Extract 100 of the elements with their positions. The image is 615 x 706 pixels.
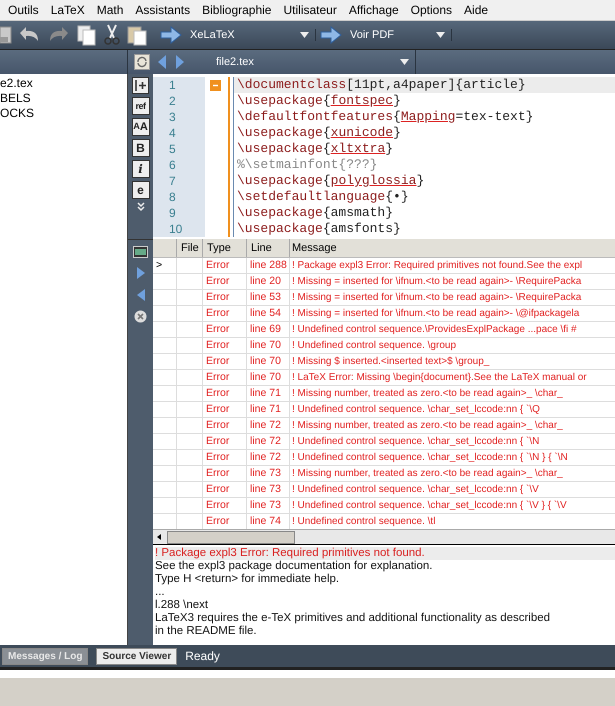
table-cell: line 70 bbox=[250, 371, 281, 383]
structure-item[interactable]: e2.tex bbox=[0, 76, 127, 91]
table-cell: Error bbox=[206, 291, 230, 303]
back-arrow-icon[interactable] bbox=[156, 54, 168, 70]
column-header[interactable]: File bbox=[177, 239, 203, 257]
clear-icon[interactable] bbox=[134, 310, 147, 323]
log-line: ... bbox=[155, 586, 166, 599]
line-number: 8 bbox=[153, 189, 205, 205]
menu-item[interactable]: Assistants bbox=[129, 3, 196, 17]
status-text: Ready bbox=[185, 649, 220, 663]
line-number: 6 bbox=[153, 157, 205, 173]
table-cell: line 73 bbox=[250, 499, 281, 511]
format-button[interactable]: B bbox=[132, 139, 150, 157]
table-cell: Error bbox=[206, 371, 230, 383]
line-number: 9 bbox=[153, 205, 205, 221]
table-cell: ! LaTeX Error: Missing \begin{document}.See the LaTeX manual or bbox=[292, 372, 587, 383]
menu-item[interactable]: Options bbox=[404, 3, 458, 17]
log-line: Type H <return> for immediate help. bbox=[155, 573, 340, 586]
horizontal-scrollbar[interactable] bbox=[153, 529, 615, 545]
menu-item[interactable]: Bibliographie bbox=[196, 3, 278, 17]
table-cell: Error bbox=[206, 387, 230, 399]
line-number: 10 bbox=[153, 221, 205, 237]
structure-item[interactable]: OCKS bbox=[0, 106, 127, 121]
table-cell: Error bbox=[206, 355, 230, 367]
console-icon[interactable] bbox=[133, 246, 148, 258]
arrow-right-icon[interactable] bbox=[160, 26, 182, 44]
column-header[interactable]: Type bbox=[203, 239, 247, 257]
code-line: \usepackage{amsmath} bbox=[233, 205, 615, 221]
menu-item[interactable]: Outils bbox=[2, 3, 45, 17]
table-cell: Error bbox=[206, 307, 230, 319]
table-cell: Error bbox=[206, 259, 230, 271]
code-line: \usepackage{fontspec} bbox=[233, 93, 615, 109]
menu-item[interactable]: Utilisateur bbox=[277, 3, 343, 17]
table-cell: line 71 bbox=[250, 403, 281, 415]
triangle-left-icon[interactable] bbox=[136, 288, 146, 302]
chevron-down-icon[interactable] bbox=[136, 202, 146, 212]
table-cell: line 288 bbox=[250, 259, 287, 271]
code-line: \usepackage{xunicode} bbox=[233, 125, 615, 141]
format-button[interactable]: i bbox=[132, 160, 150, 178]
scrollbar-thumb[interactable] bbox=[167, 530, 295, 544]
table-cell: ! Missing = inserted for \ifnum.<to be read again>- \@ifpackagela bbox=[292, 308, 580, 319]
forward-arrow-icon[interactable] bbox=[174, 54, 186, 70]
table-cell: ! Undefined control sequence. \char_set_lccode:nn { `\V } { `\V bbox=[292, 500, 567, 511]
format-button[interactable]: e bbox=[132, 181, 150, 199]
caret-icon bbox=[400, 59, 409, 65]
code-line: \defaultfontfeatures{Mapping=tex-text} bbox=[233, 109, 615, 125]
table-cell: Error bbox=[206, 435, 230, 447]
copy-icon[interactable] bbox=[76, 24, 98, 46]
menu-item[interactable]: Aide bbox=[458, 3, 494, 17]
menu-item[interactable]: Affichage bbox=[342, 3, 405, 17]
table-cell: Error bbox=[206, 403, 230, 415]
table-cell: line 69 bbox=[250, 323, 281, 335]
table-cell: ! Undefined control sequence. \tl bbox=[292, 516, 436, 527]
table-cell: line 72 bbox=[250, 451, 281, 463]
table-cell: Error bbox=[206, 483, 230, 495]
table-cell: Error bbox=[206, 515, 230, 527]
table-cell: line 70 bbox=[250, 355, 281, 367]
table-cell: ! Missing = inserted for \ifnum.<to be read again>- \RequirePacka bbox=[292, 292, 582, 303]
refresh-icon[interactable] bbox=[134, 54, 150, 70]
column-header[interactable]: Line bbox=[247, 239, 290, 257]
code-editor[interactable] bbox=[153, 74, 615, 239]
structure-item[interactable]: BELS bbox=[0, 91, 127, 106]
panel-toggle-button[interactable]: Source Viewer bbox=[96, 648, 178, 664]
table-cell: Error bbox=[206, 275, 230, 287]
caret-icon bbox=[436, 32, 445, 38]
table-cell: line 54 bbox=[250, 307, 281, 319]
table-cell: ! Undefined control sequence. \char_set_lccode:nn { `\Q bbox=[292, 404, 540, 415]
code-line: \usepackage{xltxtra} bbox=[233, 141, 615, 157]
log-line: l.288 \next bbox=[155, 599, 210, 612]
compiler-dropdown[interactable]: XeLaTeX bbox=[186, 29, 316, 41]
table-cell: ! Missing number, treated as zero.<to be read again>_ \char_ bbox=[292, 468, 563, 479]
menu-item[interactable]: LaTeX bbox=[44, 3, 91, 17]
log-line: in the README file. bbox=[155, 625, 258, 638]
paste-icon[interactable] bbox=[126, 24, 148, 46]
table-cell: line 53 bbox=[250, 291, 281, 303]
menu-item[interactable]: Math bbox=[90, 3, 130, 17]
insert-icon[interactable] bbox=[132, 77, 149, 94]
table-cell: ! Missing number, treated as zero.<to be read again>_ \char_ bbox=[292, 420, 563, 431]
table-cell: ! Missing $ inserted.<inserted text>$ \group_ bbox=[292, 356, 490, 367]
table-cell: Error bbox=[206, 451, 230, 463]
table-cell: ! Missing number, treated as zero.<to be read again>_ \char_ bbox=[292, 388, 563, 399]
save-icon[interactable] bbox=[0, 25, 12, 45]
line-number: 7 bbox=[153, 173, 205, 189]
log-line: LaTeX3 requires the e-TeX primitives and additional functionality as described bbox=[155, 612, 552, 625]
triangle-right-icon[interactable] bbox=[136, 266, 146, 280]
code-line: \usepackage{amsfonts} bbox=[233, 221, 615, 237]
viewer-dropdown[interactable]: Voir PDF bbox=[346, 29, 452, 41]
arrow-right-icon[interactable] bbox=[320, 26, 342, 44]
format-button[interactable]: ref bbox=[132, 97, 150, 115]
table-cell: line 70 bbox=[250, 339, 281, 351]
line-number: 4 bbox=[153, 125, 205, 141]
code-line: %\setmainfont{???} bbox=[233, 157, 615, 173]
table-cell: ! Package expl3 Error: Required primitives not found.See the expl bbox=[292, 260, 582, 271]
scissors-icon[interactable] bbox=[102, 24, 122, 46]
table-cell: ! Undefined control sequence. \char_set_lccode:nn { `\N } { `\N bbox=[292, 452, 568, 463]
table-cell: Error bbox=[206, 323, 230, 335]
table-cell: Error bbox=[206, 499, 230, 511]
column-header[interactable]: Message bbox=[290, 239, 615, 257]
caret-icon bbox=[300, 32, 309, 38]
table-cell: ! Undefined control sequence.\ProvidesExplPackage ...pace \fi # bbox=[292, 324, 577, 335]
